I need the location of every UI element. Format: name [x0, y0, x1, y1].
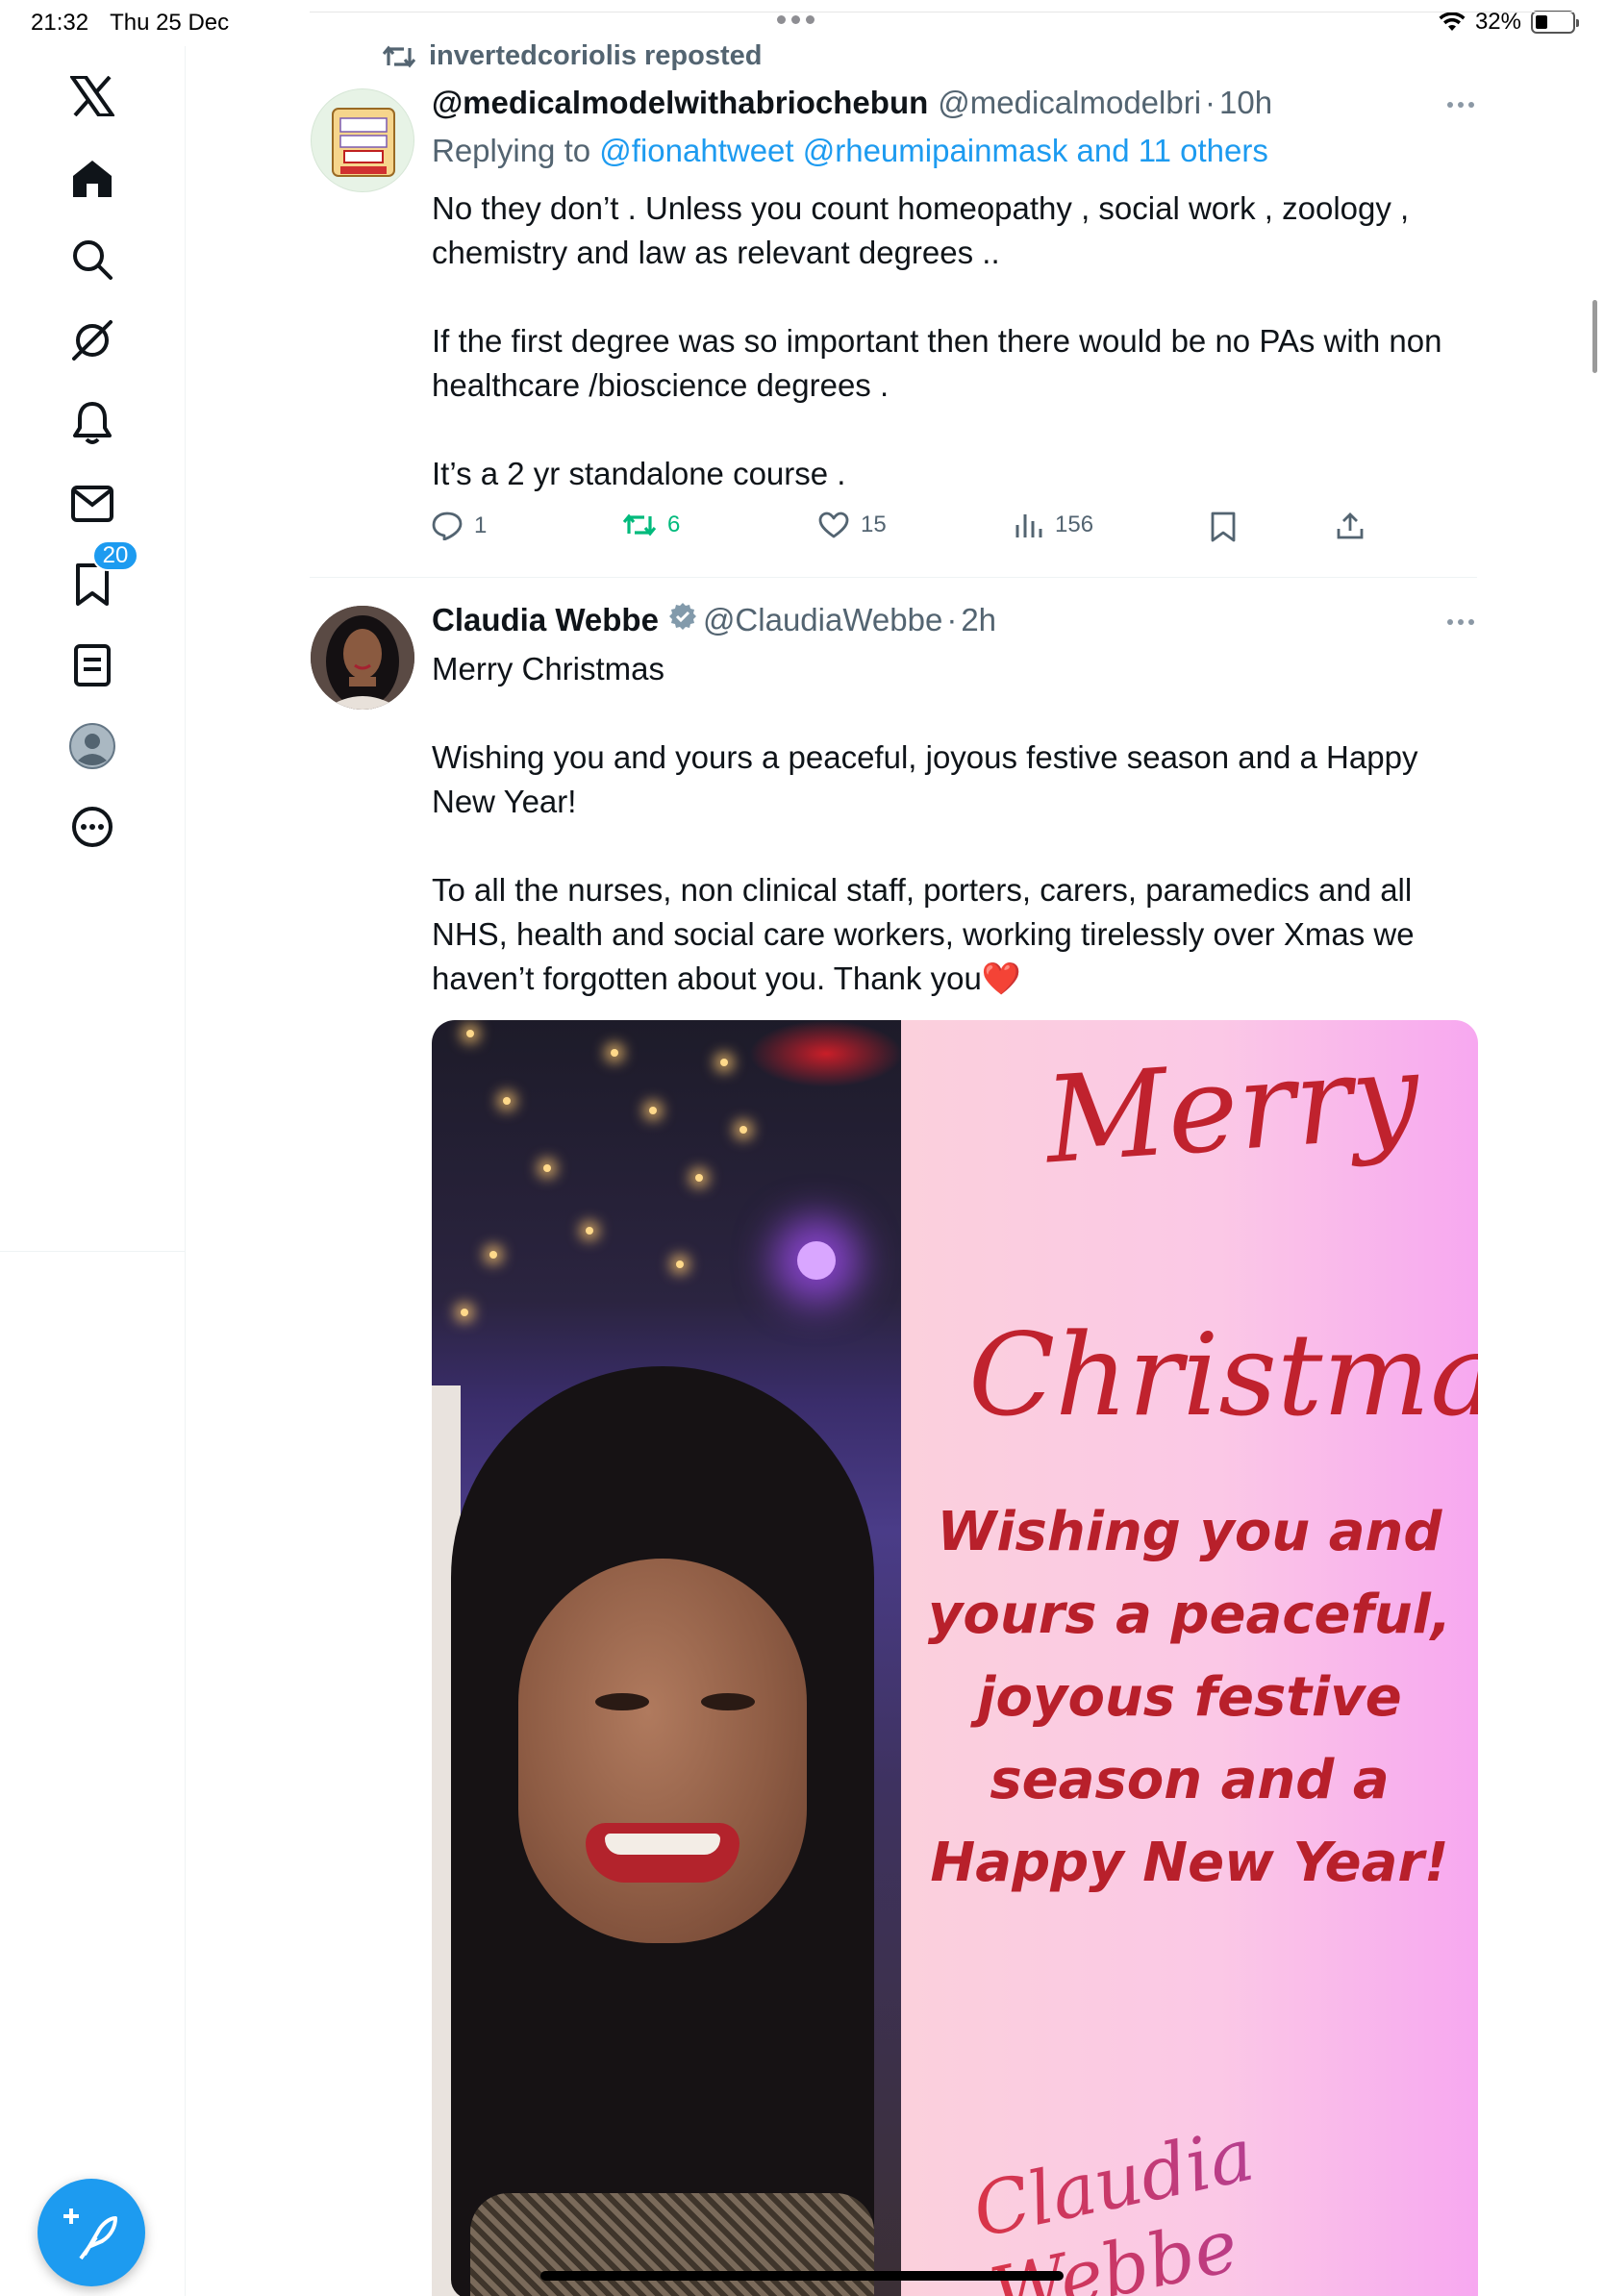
repost-icon: [623, 513, 656, 537]
grok-icon[interactable]: [62, 310, 123, 371]
battery-icon: [1531, 11, 1579, 34]
share-icon: [1337, 512, 1364, 539]
tweet2-timestamp[interactable]: 2h: [961, 602, 996, 638]
home-indicator[interactable]: [540, 2271, 1064, 2281]
reply-icon: [432, 512, 463, 540]
sidebar-divider: [0, 1251, 186, 1252]
tweet2-author-handle[interactable]: @ClaudiaWebbe: [703, 602, 942, 638]
tweet2-paragraph: To all the nurses, non clinical staff, p…: [432, 872, 1415, 996]
tweet1-timestamp[interactable]: 10h: [1219, 85, 1272, 121]
sidebar: [0, 46, 186, 2296]
repost-label: invertedcoriolis reposted: [429, 40, 763, 71]
x-logo-icon[interactable]: [62, 65, 123, 127]
multitasking-dots-icon[interactable]: [777, 15, 815, 24]
feather-plus-icon: [63, 2209, 117, 2260]
compose-post-button[interactable]: [38, 2179, 145, 2286]
views-icon: [1015, 514, 1042, 537]
heart-icon: [818, 512, 849, 538]
tweet2-avatar[interactable]: [311, 606, 414, 710]
greeting-merry: Merry: [1040, 1026, 1424, 1191]
tweet1-author-name[interactable]: @medicalmodelwithabriochebun: [432, 85, 928, 121]
bookmark-button[interactable]: [1211, 512, 1236, 542]
tweet2-more-icon[interactable]: [1447, 619, 1474, 625]
tweet1-author-handle[interactable]: @medicalmodelbri: [938, 85, 1201, 121]
tweet2-body: Merry Christmas Wishing you and yours a …: [432, 647, 1480, 1001]
tweet1-reply-context: Replying to @fionahtweet @rheumipainmask…: [432, 133, 1268, 169]
selfie-photo: [432, 1020, 901, 2296]
tweet1-actions: 1 6 15 156: [432, 512, 1393, 552]
tweet1-paragraph: It’s a 2 yr standalone course .: [432, 456, 846, 491]
tweet2-paragraph: Merry Christmas: [432, 651, 665, 686]
claudia-webbe-avatar: [311, 606, 414, 710]
verified-badge-icon[interactable]: [668, 602, 697, 638]
tweet1-more-icon[interactable]: [1447, 102, 1474, 108]
more-icon[interactable]: [62, 796, 123, 858]
tweet2-paragraph: Wishing you and yours a peaceful, joyous…: [432, 739, 1418, 819]
profile-icon[interactable]: [62, 715, 123, 777]
greeting-christmas: Christmas: [968, 1309, 1478, 1441]
tweet2-author-name[interactable]: Claudia Webbe: [432, 602, 659, 638]
status-date: Thu 25 Dec: [110, 10, 230, 36]
battery-percent: 32%: [1474, 9, 1521, 35]
tweet1-header: @medicalmodelwithabriochebun @medicalmod…: [432, 85, 1273, 121]
home-icon[interactable]: [62, 148, 123, 210]
gmc-logo-avatar: [332, 108, 395, 177]
lists-icon[interactable]: [62, 635, 123, 696]
greeting-wish: Wishing you and yours a peaceful, joyous…: [927, 1501, 1452, 1894]
reply-prefix: Replying to: [432, 133, 591, 168]
tweet2-image[interactable]: Merry Christmas Wishing you and yours a …: [432, 1020, 1478, 2296]
search-icon[interactable]: [62, 229, 123, 290]
christmas-greeting-panel: Merry Christmas Wishing you and yours a …: [901, 1020, 1478, 2296]
status-bar: 21:32 Thu 25 Dec 32%: [0, 0, 1604, 46]
reply-button[interactable]: 1: [432, 512, 487, 540]
tweet1-paragraph: No they don’t . Unless you count homeopa…: [432, 190, 1410, 270]
tweet2-header: Claudia Webbe @ClaudiaWebbe · 2h: [432, 602, 997, 638]
reply-mentions-link[interactable]: @fionahtweet @rheumipainmask and 11 othe…: [599, 133, 1268, 168]
views-button[interactable]: 156: [1015, 512, 1093, 538]
greeting-signature: Claudia Webbe: [965, 2066, 1478, 2296]
tweet1-body: No they don’t . Unless you count homeopa…: [432, 187, 1480, 496]
share-button[interactable]: [1336, 512, 1365, 540]
repost-button[interactable]: 6: [623, 512, 680, 538]
repost-indicator[interactable]: invertedcoriolis reposted: [383, 40, 763, 72]
notifications-badge: 20: [92, 540, 138, 571]
repost-icon: [383, 45, 415, 67]
messages-icon[interactable]: [62, 473, 123, 535]
like-button[interactable]: 15: [818, 512, 887, 538]
bookmark-icon: [1211, 512, 1236, 542]
tweet1-avatar[interactable]: [311, 88, 414, 192]
scrollbar[interactable]: [1592, 300, 1597, 373]
status-time: 21:32: [31, 10, 89, 36]
tweet1-paragraph: If the first degree was so important the…: [432, 323, 1442, 403]
notifications-icon[interactable]: [62, 392, 123, 454]
wifi-icon: [1439, 12, 1466, 33]
tweet-separator: [310, 577, 1477, 578]
